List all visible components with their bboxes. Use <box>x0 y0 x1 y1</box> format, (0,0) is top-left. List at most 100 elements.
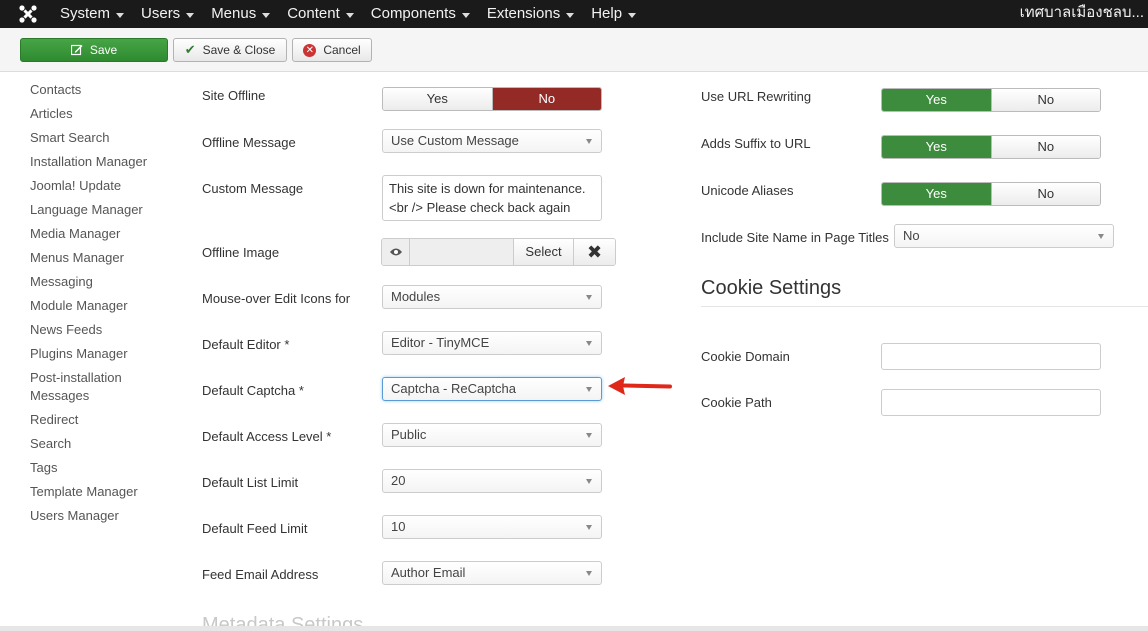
dropdown-arrow-icon <box>586 387 592 392</box>
annotation-arrow-icon <box>608 377 672 395</box>
sidebar-item-contacts[interactable]: Contacts <box>30 81 81 99</box>
sidebar-item-installation-manager[interactable]: Installation Manager <box>30 153 147 171</box>
sidebar-item-tags[interactable]: Tags <box>30 459 57 477</box>
cookie-domain-input[interactable] <box>881 343 1101 370</box>
offline-image-path <box>410 239 513 265</box>
default-captcha-label: Default Captcha * <box>202 383 304 398</box>
dropdown-arrow-icon <box>586 525 592 530</box>
offline-message-select[interactable]: Use Custom Message <box>382 129 602 153</box>
joomla-logo-icon[interactable] <box>18 4 38 24</box>
sidebar-item-post-installation-messages[interactable]: Post-installation Messages <box>30 369 140 405</box>
offline-image-clear-button[interactable]: ✖ <box>573 239 615 265</box>
unicode-aliases-label: Unicode Aliases <box>701 183 794 198</box>
url-rewriting-no[interactable]: No <box>990 89 1100 111</box>
sidebar-item-articles[interactable]: Articles <box>30 105 73 123</box>
suffix-no[interactable]: No <box>990 136 1100 158</box>
access-level-label: Default Access Level * <box>202 429 332 444</box>
offline-image-field: Select ✖ <box>381 238 616 266</box>
dropdown-arrow-icon <box>586 571 592 576</box>
cancel-circle-icon: ✕ <box>303 43 317 57</box>
cookie-path-label: Cookie Path <box>701 395 772 410</box>
preview-eye-icon[interactable] <box>382 239 410 265</box>
caret-down-icon <box>628 12 637 18</box>
menu-menus[interactable]: Menus <box>211 0 271 28</box>
caret-down-icon <box>262 12 271 18</box>
dropdown-arrow-icon <box>586 295 592 300</box>
access-level-select[interactable]: Public <box>382 423 602 447</box>
cookie-settings-heading: Cookie Settings <box>701 277 842 299</box>
site-name-link[interactable]: เทศบาลเมืองชลบ... <box>1020 0 1144 26</box>
main-menu: System Users Menus Content Components Ex… <box>60 0 653 28</box>
feed-limit-label: Default Feed Limit <box>202 521 308 536</box>
feed-email-select[interactable]: Author Email <box>382 561 602 585</box>
caret-down-icon <box>345 12 354 18</box>
check-icon: ✔ <box>184 42 196 57</box>
caret-down-icon <box>461 12 470 18</box>
sidebar-item-plugins-manager[interactable]: Plugins Manager <box>30 345 128 363</box>
save-button[interactable]: Save <box>20 38 168 62</box>
feed-limit-select[interactable]: 10 <box>382 515 602 539</box>
custom-message-label: Custom Message <box>202 181 304 196</box>
default-captcha-select[interactable]: Captcha - ReCaptcha <box>382 377 602 401</box>
site-name-titles-select[interactable]: No <box>894 224 1114 248</box>
cookie-path-input[interactable] <box>881 389 1101 416</box>
suffix-yes[interactable]: Yes <box>882 136 991 158</box>
sidebar-item-messaging[interactable]: Messaging <box>30 273 93 291</box>
default-editor-select[interactable]: Editor - TinyMCE <box>382 331 602 355</box>
sidebar-item-smart-search[interactable]: Smart Search <box>30 129 109 147</box>
sidebar-item-users-manager[interactable]: Users Manager <box>30 507 119 525</box>
feed-email-label: Feed Email Address <box>202 567 319 582</box>
menu-content[interactable]: Content <box>287 0 354 28</box>
list-limit-label: Default List Limit <box>202 475 299 490</box>
sidebar-item-language-manager[interactable]: Language Manager <box>30 201 143 219</box>
menu-help[interactable]: Help <box>591 0 637 28</box>
dropdown-arrow-icon <box>1098 234 1104 239</box>
site-offline-label: Site Offline <box>202 88 266 103</box>
offline-message-label: Offline Message <box>202 135 296 150</box>
site-offline-yes[interactable]: Yes <box>383 88 492 110</box>
offline-image-select-button[interactable]: Select <box>513 239 573 265</box>
unicode-aliases-no[interactable]: No <box>990 183 1100 205</box>
sidebar-item-module-manager[interactable]: Module Manager <box>30 297 128 315</box>
url-rewriting-yes[interactable]: Yes <box>882 89 991 111</box>
save-close-button[interactable]: ✔ Save & Close <box>173 38 287 62</box>
list-limit-select[interactable]: 20 <box>382 469 602 493</box>
unicode-aliases-yes[interactable]: Yes <box>882 183 991 205</box>
cookie-domain-label: Cookie Domain <box>701 349 790 364</box>
cancel-button[interactable]: ✕ Cancel <box>292 38 372 62</box>
site-name-titles-label: Include Site Name in Page Titles <box>701 230 889 245</box>
site-offline-no[interactable]: No <box>491 88 601 110</box>
menu-system[interactable]: System <box>60 0 125 28</box>
dropdown-arrow-icon <box>586 433 592 438</box>
custom-message-textarea[interactable]: This site is down for maintenance. <br /… <box>382 175 602 221</box>
section-divider <box>701 306 1148 307</box>
menu-extensions[interactable]: Extensions <box>487 0 575 28</box>
dropdown-arrow-icon <box>586 341 592 346</box>
sidebar-item-joomla-update[interactable]: Joomla! Update <box>30 177 121 195</box>
caret-down-icon <box>566 12 575 18</box>
unicode-aliases-toggle: Yes No <box>881 182 1101 206</box>
suffix-toggle: Yes No <box>881 135 1101 159</box>
mouseover-select[interactable]: Modules <box>382 285 602 309</box>
default-editor-label: Default Editor * <box>202 337 290 352</box>
top-navbar: System Users Menus Content Components Ex… <box>0 0 1148 28</box>
sidebar-item-media-manager[interactable]: Media Manager <box>30 225 120 243</box>
mouseover-label: Mouse-over Edit Icons for <box>202 291 351 306</box>
site-offline-toggle: Yes No <box>382 87 602 111</box>
url-rewriting-toggle: Yes No <box>881 88 1101 112</box>
dropdown-arrow-icon <box>586 479 592 484</box>
menu-components[interactable]: Components <box>371 0 470 28</box>
sidebar-item-redirect[interactable]: Redirect <box>30 411 78 429</box>
suffix-label: Adds Suffix to URL <box>701 136 811 151</box>
toolbar: Save ✔ Save & Close ✕ Cancel <box>0 28 1148 72</box>
url-rewriting-label: Use URL Rewriting <box>701 89 812 104</box>
sidebar-item-template-manager[interactable]: Template Manager <box>30 483 138 501</box>
sidebar-item-menus-manager[interactable]: Menus Manager <box>30 249 124 267</box>
caret-down-icon <box>186 12 195 18</box>
sidebar-item-search[interactable]: Search <box>30 435 71 453</box>
sidebar-item-news-feeds[interactable]: News Feeds <box>30 321 102 339</box>
menu-users[interactable]: Users <box>141 0 195 28</box>
offline-image-label: Offline Image <box>202 245 280 260</box>
edit-icon <box>70 44 83 56</box>
dropdown-arrow-icon <box>586 139 592 144</box>
